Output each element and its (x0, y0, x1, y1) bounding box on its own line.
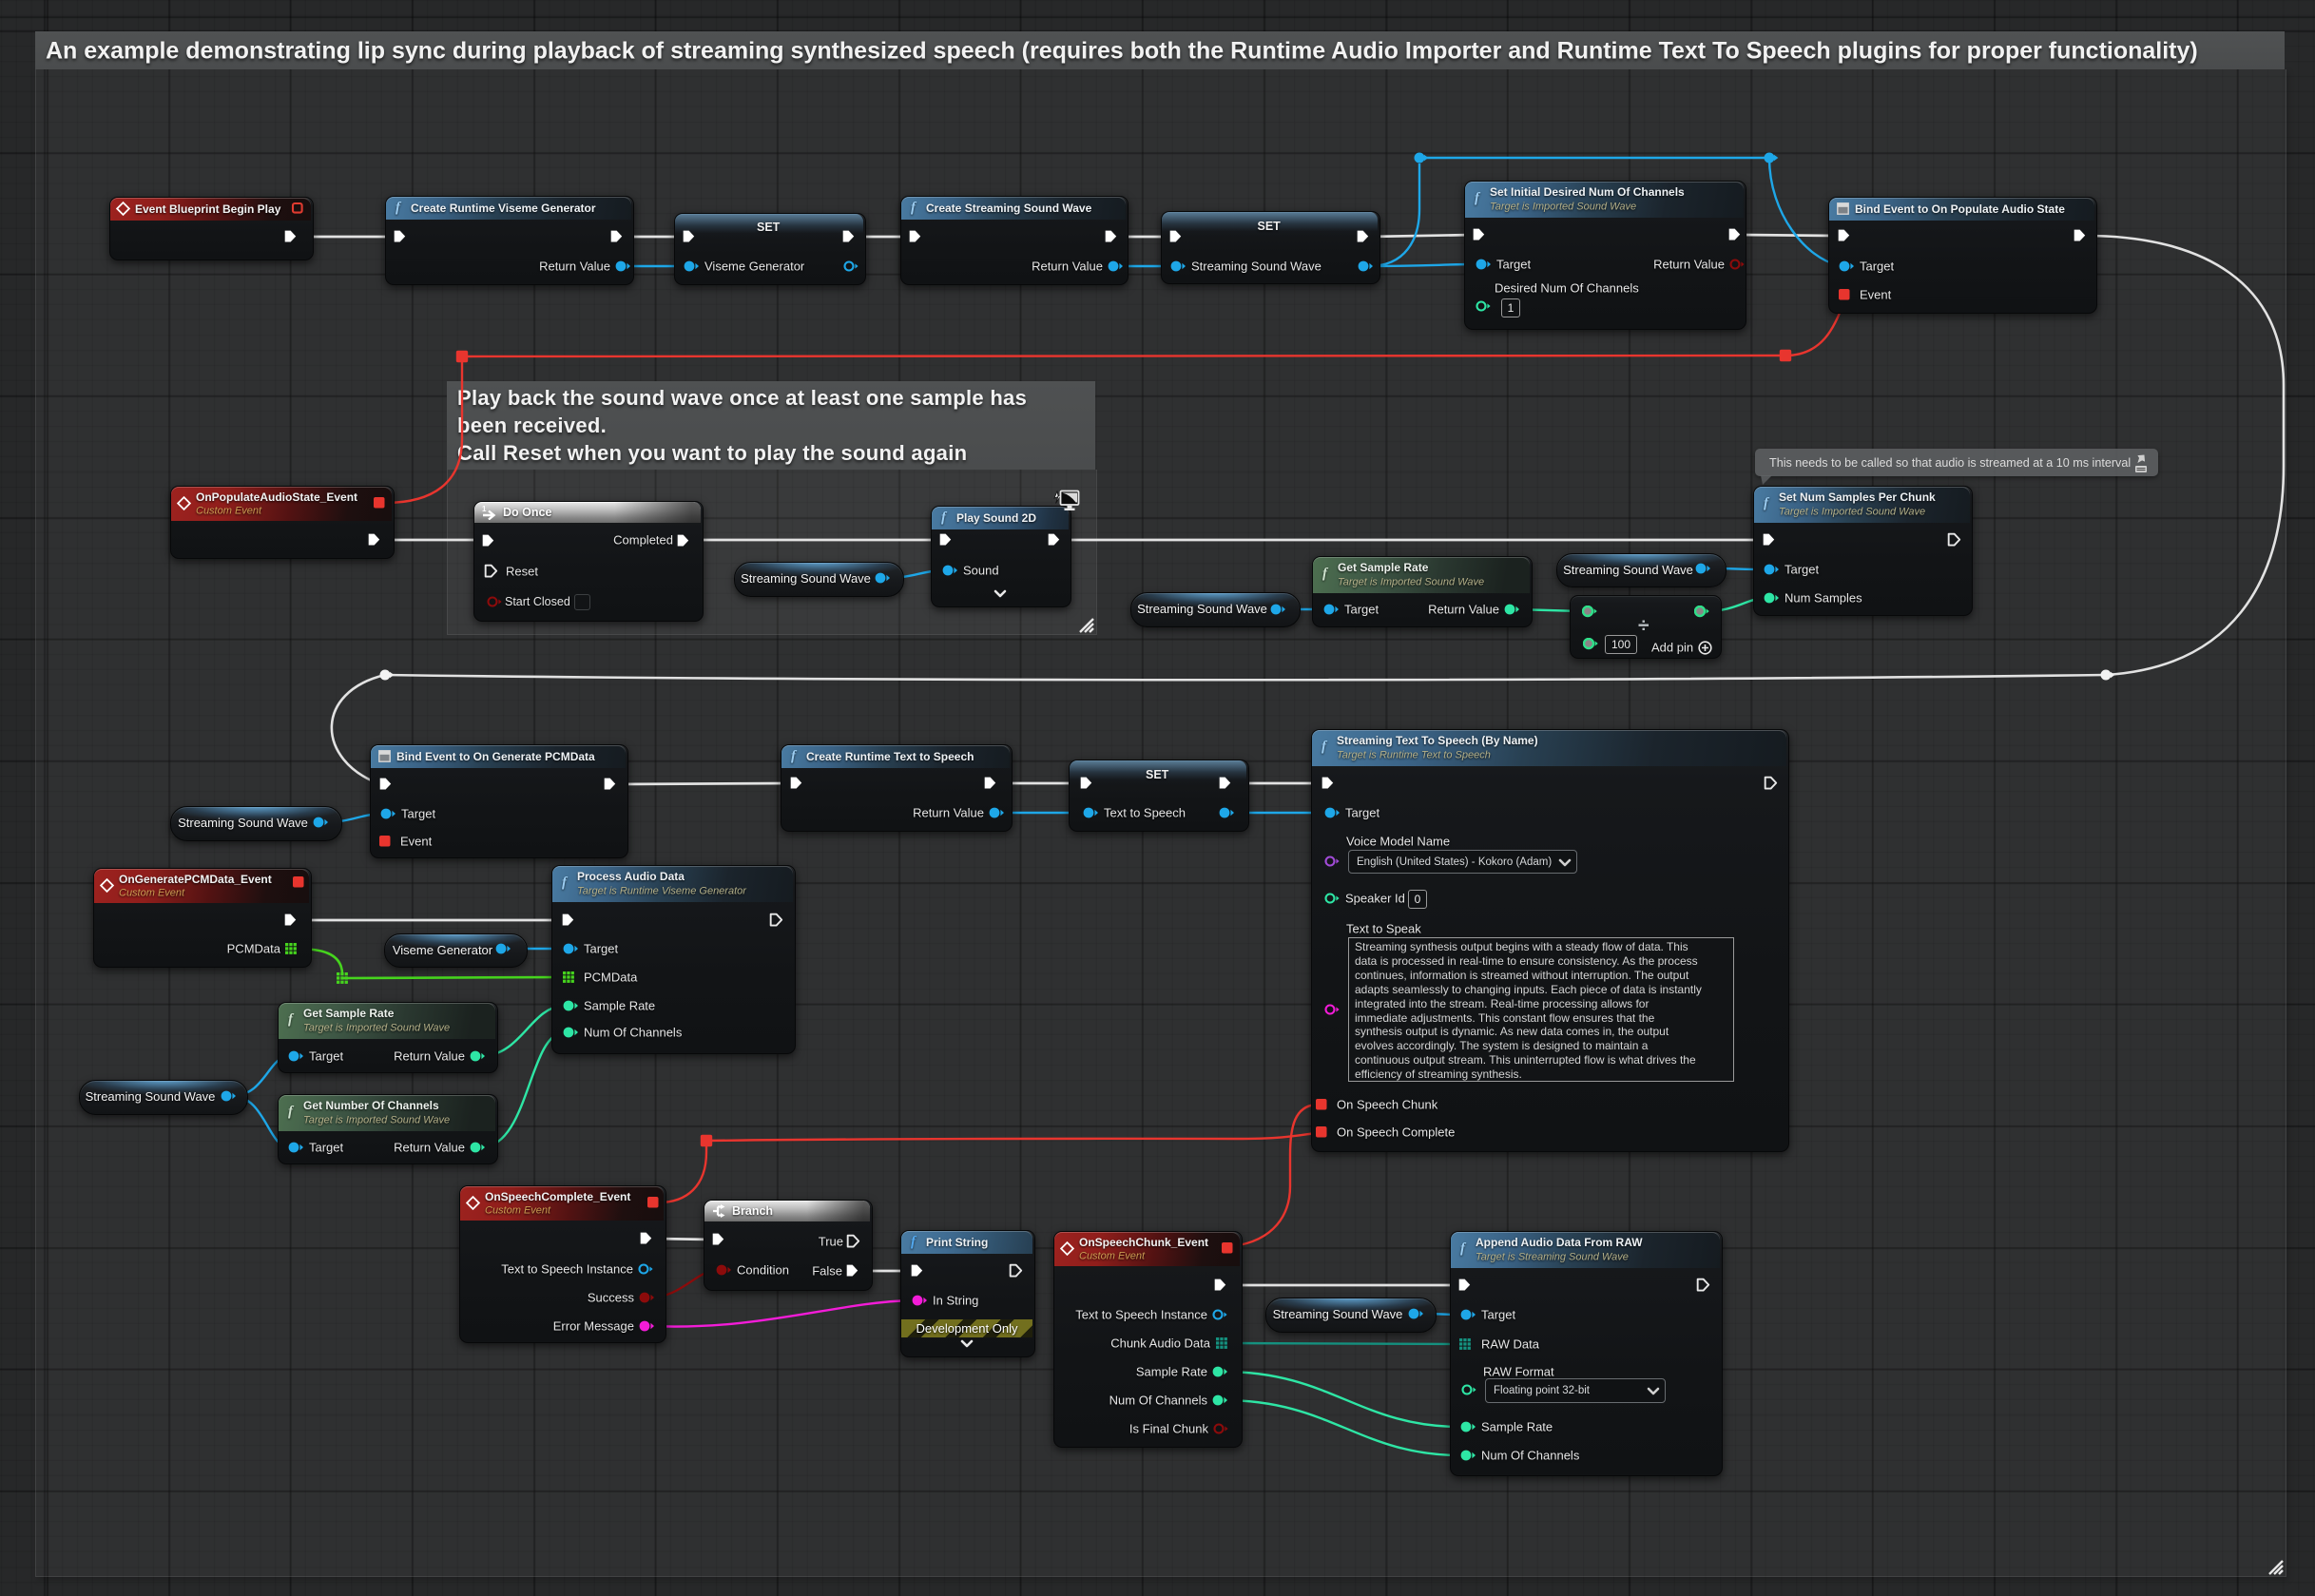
svg-text:1: 1 (482, 505, 487, 513)
